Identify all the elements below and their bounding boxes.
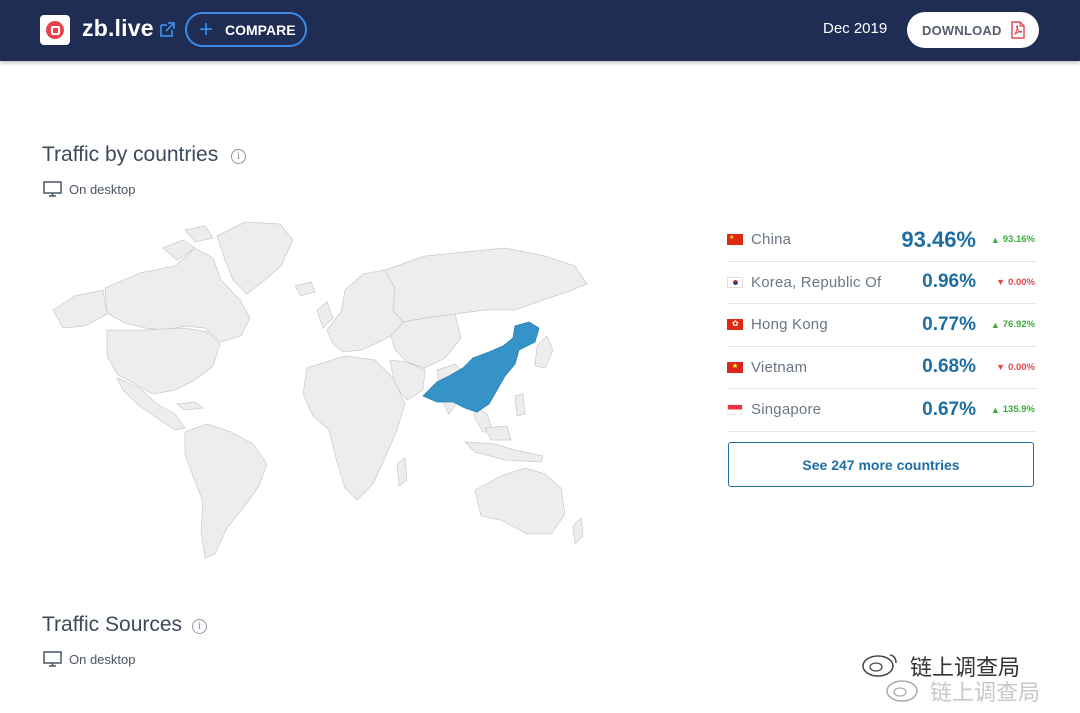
country-change: ▲ 135.9% (991, 404, 1035, 415)
site-name[interactable]: zb.live (82, 15, 154, 42)
country-change-value: 0.00% (1008, 276, 1035, 288)
country-name: Korea, Republic Of (751, 273, 882, 291)
country-share: 0.67% (922, 398, 976, 420)
traffic-sources-title: Traffic Sources (42, 613, 183, 636)
arrow-down-icon: ▼ (996, 362, 1006, 373)
korea-flag-icon (727, 276, 743, 288)
country-list: ★ China 93.46% ▲ 93.16% Korea, Republic O… (727, 219, 1037, 432)
country-change-value: 93.16% (1002, 234, 1035, 246)
map-region-alaska (52, 289, 108, 329)
country-share: 0.96% (922, 271, 976, 293)
country-row-hong-kong[interactable]: ✿ Hong Kong 0.77% ▲ 76.92% (727, 304, 1037, 347)
arrow-up-icon: ▲ (990, 234, 1000, 245)
device-text: On desktop (69, 181, 136, 197)
arrow-down-icon: ▼ (996, 277, 1006, 288)
world-map (52, 221, 588, 559)
map-region-south-america (184, 423, 268, 559)
country-name: Hong Kong (751, 316, 828, 334)
desktop-icon (43, 181, 62, 197)
vietnam-flag-icon: ★ (727, 361, 743, 373)
device-text: On desktop (69, 651, 136, 667)
plus-icon: + (199, 15, 214, 43)
device-label: On desktop (43, 181, 136, 197)
external-link-icon[interactable] (158, 21, 176, 39)
weibo-logo-icon (862, 654, 897, 677)
country-change: ▲ 93.16% (991, 234, 1035, 245)
country-row-singapore[interactable]: Singapore 0.67% ▲ 135.9% (727, 389, 1037, 432)
device-label: On desktop (43, 651, 136, 667)
see-more-countries-button[interactable]: See 247 more countries (728, 442, 1034, 487)
country-row-vietnam[interactable]: ★ Vietnam 0.68% ▼ 0.00% (727, 347, 1037, 389)
country-change: ▼ 0.00% (996, 362, 1035, 373)
download-button[interactable]: DOWNLOAD (907, 12, 1039, 48)
country-name: Vietnam (751, 358, 808, 376)
map-region-africa (302, 355, 406, 501)
info-icon[interactable]: i (192, 619, 207, 634)
desktop-icon (43, 651, 62, 667)
hong-kong-flag-icon: ✿ (727, 319, 743, 331)
compare-label: COMPARE (225, 21, 296, 38)
map-region-australia (474, 467, 566, 535)
arrow-up-icon: ▲ (990, 319, 1000, 330)
country-change-value: 76.92% (1002, 319, 1035, 331)
country-share: 93.46% (901, 226, 976, 252)
country-row-korea[interactable]: Korea, Republic Of 0.96% ▼ 0.00% (727, 262, 1037, 304)
map-region-greenland (216, 221, 294, 295)
traffic-by-countries-title: Traffic by countries (42, 143, 219, 166)
compare-button[interactable]: + COMPARE (185, 12, 307, 47)
country-share: 0.77% (922, 313, 976, 335)
country-name: Singapore (751, 401, 822, 419)
info-icon[interactable]: i (231, 149, 246, 164)
pdf-icon (1010, 21, 1025, 39)
country-share: 0.68% (922, 356, 976, 378)
country-change-value: 135.9% (1002, 404, 1035, 416)
singapore-flag-icon (727, 404, 743, 416)
country-change: ▼ 0.00% (996, 277, 1035, 288)
country-change-value: 0.00% (1008, 361, 1035, 373)
site-favicon-icon (40, 15, 70, 45)
china-flag-icon: ★ (727, 234, 743, 246)
arrow-up-icon: ▲ (990, 404, 1000, 415)
country-change: ▲ 76.92% (991, 319, 1035, 330)
date-selector[interactable]: Dec 2019 (823, 20, 887, 37)
map-region-russia (384, 247, 588, 323)
top-header: zb.live + COMPARE Dec 2019 DOWNLOAD (0, 0, 1080, 61)
country-row-china[interactable]: ★ China 93.46% ▲ 93.16% (727, 219, 1037, 262)
watermark: 链上调查局 链上调查局 (860, 648, 1075, 708)
download-label: DOWNLOAD (922, 22, 1002, 38)
country-name: China (751, 231, 792, 249)
watermark-text-shadow: 链上调查局 (930, 681, 1041, 706)
